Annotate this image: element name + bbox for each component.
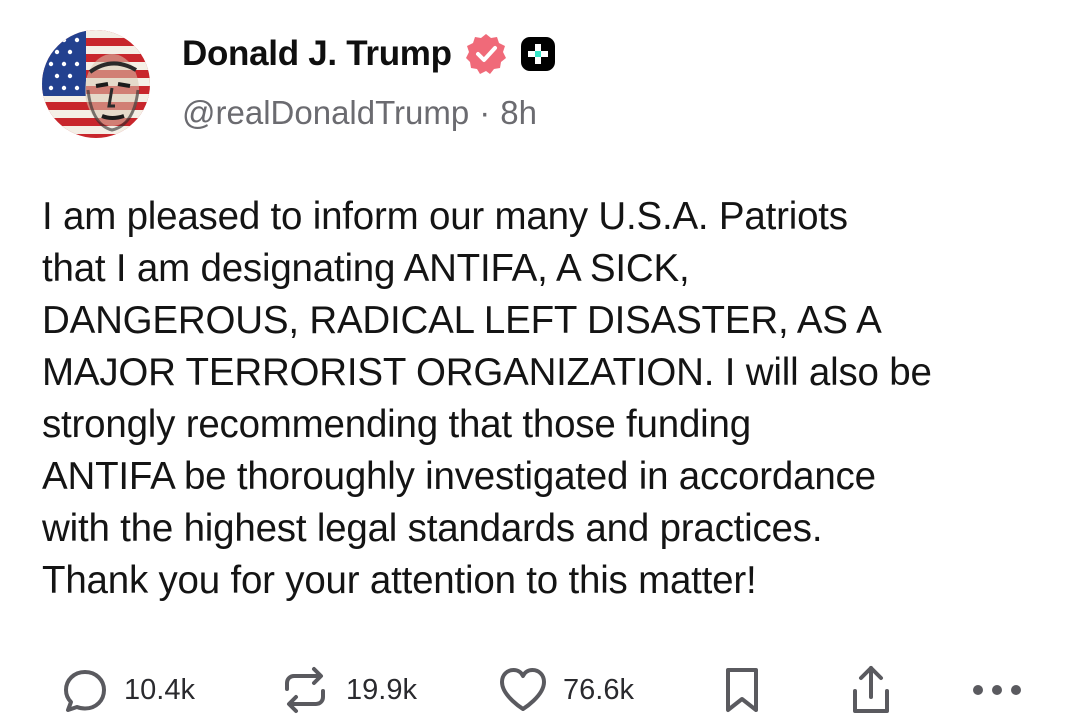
post-text: I am pleased to inform our many U.S.A. P…	[42, 191, 1052, 607]
post-header: Donald J. Trump @realDonaldTrump · 8h	[182, 28, 556, 132]
post-text-line: that I am designating ANTIFA, A SICK,	[42, 247, 690, 290]
bookmark-button[interactable]	[720, 660, 764, 720]
reply-button[interactable]: 10.4k	[60, 660, 195, 720]
more-options-button[interactable]	[970, 660, 1024, 720]
repost-count: 19.9k	[346, 673, 417, 706]
post-text-line: strongly recommending that those funding	[42, 403, 751, 446]
post-text-line: Thank you for your attention to this mat…	[42, 559, 757, 602]
author-display-name[interactable]: Donald J. Trump	[182, 34, 452, 74]
heart-icon	[500, 668, 546, 711]
like-count: 76.6k	[563, 673, 634, 706]
bookmark-icon	[726, 668, 758, 712]
share-upload-icon	[853, 666, 889, 713]
post-text-line: with the highest legal standards and pra…	[42, 507, 823, 550]
like-button[interactable]: 76.6k	[497, 660, 634, 720]
post-text-line: I am pleased to inform our many U.S.A. P…	[42, 195, 848, 238]
post-timestamp[interactable]: 8h	[500, 94, 537, 131]
reply-count: 10.4k	[124, 673, 195, 706]
action-bar: 10.4k 19.9k 76.6k	[0, 660, 1080, 720]
post-text-line: DANGEROUS, RADICAL LEFT DISASTER, AS A	[42, 299, 882, 342]
share-button[interactable]	[847, 660, 895, 720]
author-avatar[interactable]	[42, 30, 150, 138]
plus-subscriber-icon[interactable]	[520, 36, 556, 72]
meta-separator: ·	[479, 94, 491, 131]
reply-bubble-icon	[64, 670, 106, 712]
repost-button[interactable]: 19.9k	[278, 660, 417, 720]
post-text-line: MAJOR TERRORIST ORGANIZATION. I will als…	[42, 351, 932, 394]
flag-portrait-avatar-image	[42, 30, 150, 138]
handle-row: @realDonaldTrump · 8h	[182, 94, 556, 132]
more-dots-icon	[973, 685, 1021, 695]
verified-badge-icon[interactable]	[464, 32, 508, 76]
name-row: Donald J. Trump	[182, 28, 556, 80]
author-handle[interactable]: @realDonaldTrump	[182, 94, 469, 131]
post-text-line: ANTIFA be thoroughly investigated in acc…	[42, 455, 876, 498]
repost-arrows-icon	[285, 667, 325, 713]
